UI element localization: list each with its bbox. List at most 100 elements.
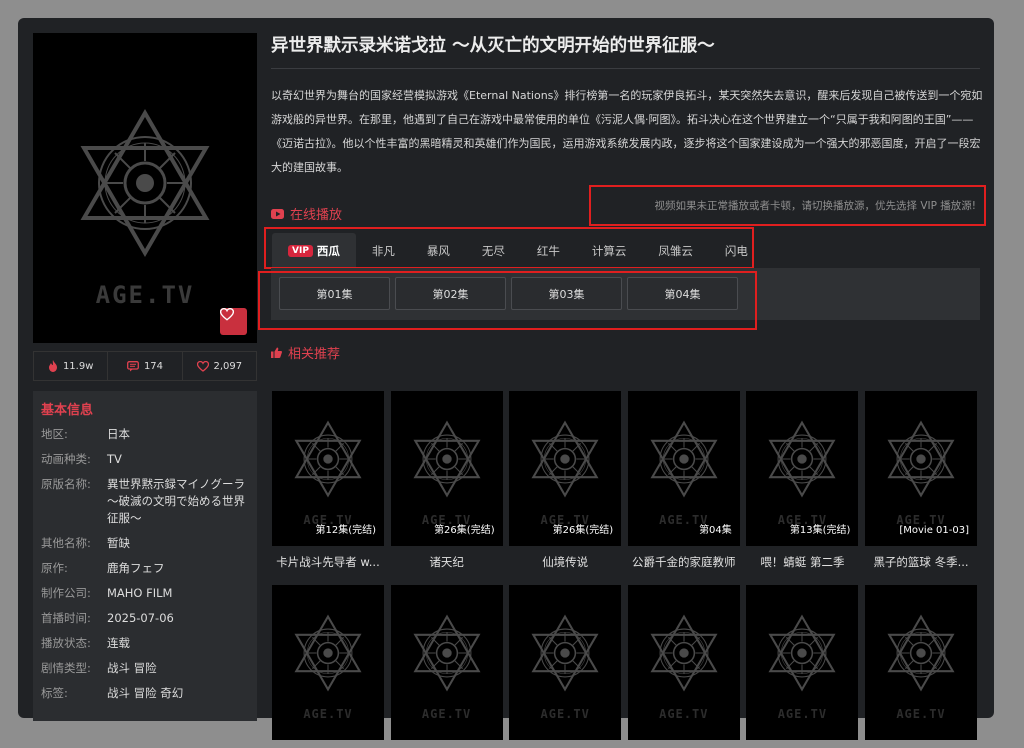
- related-card[interactable]: AGE.TV: [865, 585, 977, 748]
- info-value: 日本: [107, 427, 130, 441]
- related-thumbnail[interactable]: AGE.TV: [627, 585, 740, 740]
- online-play-label: 在线播放: [290, 208, 343, 223]
- episode-badge: 第26集(完结): [434, 525, 495, 536]
- related-thumbnail[interactable]: AGE.TV: [746, 585, 859, 740]
- info-value: 2025-07-06: [107, 611, 174, 625]
- views-count: 11.9w: [62, 360, 94, 372]
- favorites-stat[interactable]: 2,097: [183, 352, 256, 380]
- info-key: 其他名称:: [41, 536, 91, 550]
- info-row: 首播时间: 2025-07-06: [41, 610, 249, 627]
- info-key: 原作:: [41, 561, 68, 575]
- related-title[interactable]: 卡片战斗先导者 w...: [272, 554, 384, 570]
- related-card[interactable]: AGE.TV: [509, 585, 622, 748]
- related-thumbnail[interactable]: AGE.TV 第26集(完结): [390, 391, 503, 546]
- info-value: 连载: [107, 636, 130, 650]
- comments-count: 174: [143, 360, 164, 372]
- related-thumbnail[interactable]: AGE.TV 第13集(完结): [746, 391, 859, 546]
- related-card[interactable]: AGE.TV 第12集(完结) 卡片战斗先导者 w...: [272, 391, 384, 570]
- description: 以奇幻世界为舞台的国家经营模拟游戏《Eternal Nations》排行榜第一名…: [271, 89, 983, 174]
- info-value: 战斗 冒险 奇幻: [107, 686, 184, 700]
- info-key: 动画种类:: [41, 452, 91, 466]
- info-key: 标签:: [41, 686, 68, 700]
- info-row: 剧情类型: 战斗 冒险: [41, 660, 249, 677]
- title-divider: [271, 68, 980, 69]
- basic-info-heading: 基本信息: [41, 403, 94, 418]
- related-thumbnail[interactable]: AGE.TV: [390, 585, 503, 740]
- related-card[interactable]: AGE.TV: [272, 585, 384, 748]
- info-row: 制作公司: MAHO FILM: [41, 585, 249, 602]
- related-thumbnail[interactable]: AGE.TV: [865, 585, 977, 740]
- thumbnail-watermark: AGE.TV: [421, 707, 472, 721]
- related-thumbnail[interactable]: AGE.TV 第12集(完结): [272, 391, 384, 546]
- source-tabs-highlight: [264, 227, 754, 269]
- info-key: 地区:: [41, 427, 68, 441]
- info-value: MAHO FILM: [107, 586, 173, 600]
- related-card[interactable]: AGE.TV 第04集 公爵千金的家庭教师: [627, 391, 740, 570]
- related-title[interactable]: 诸天纪: [391, 554, 503, 570]
- play-notice: 视频如果未正常播放或者卡顿，请切换播放源，优先选择 VIP 播放源!: [589, 185, 986, 226]
- related-card[interactable]: AGE.TV 第13集(完结) 喂！蜻蜓 第二季: [746, 391, 859, 570]
- favorite-button[interactable]: [220, 308, 247, 335]
- comments-stat[interactable]: 174: [108, 352, 183, 380]
- related-card[interactable]: AGE.TV: [627, 585, 740, 748]
- play-notice-text: 视频如果未正常播放或者卡顿，请切换播放源，优先选择 VIP 播放源!: [654, 200, 977, 212]
- related-card[interactable]: AGE.TV 第26集(完结) 仙境传说: [509, 391, 622, 570]
- info-row: 动画种类: TV: [41, 451, 249, 468]
- info-row: 原版名称: 異世界黙示録マイノグーラ 〜破滅の文明で始める世界征服〜: [41, 476, 249, 527]
- info-value: 暂缺: [107, 536, 130, 550]
- related-title[interactable]: 黑子的篮球 冬季...: [865, 554, 977, 570]
- episode-badge: 第13集(完结): [789, 525, 851, 536]
- online-play-heading: 在线播放: [271, 204, 342, 223]
- stats-bar: 11.9w 174 2,097: [33, 351, 257, 381]
- related-heading: 相关推荐: [271, 343, 340, 362]
- info-row: 其他名称: 暂缺: [41, 535, 249, 552]
- info-key: 播放状态:: [41, 636, 91, 650]
- related-title[interactable]: 公爵千金的家庭教师: [628, 554, 740, 570]
- related-label: 相关推荐: [288, 347, 341, 362]
- cover-image[interactable]: AGE.TV: [33, 33, 257, 343]
- related-card[interactable]: AGE.TV [Movie 01-03] 黑子的篮球 冬季...: [865, 391, 977, 570]
- info-key: 剧情类型:: [41, 661, 91, 675]
- thumbnail-watermark: AGE.TV: [303, 707, 353, 721]
- info-key: 制作公司:: [41, 586, 91, 600]
- related-card[interactable]: AGE.TV: [746, 585, 859, 748]
- page-title: 异世界默示录米诺戈拉 〜从灭亡的文明开始的世界征服〜: [271, 36, 715, 56]
- related-card[interactable]: AGE.TV 第26集(完结) 诸天纪: [390, 391, 503, 570]
- thumbnail-watermark: AGE.TV: [540, 707, 590, 721]
- episode-badge: 第12集(完结): [315, 525, 376, 536]
- info-value: TV: [107, 452, 122, 466]
- heart-outline-icon: [196, 360, 209, 372]
- comment-icon: [126, 360, 139, 371]
- related-thumbnail[interactable]: AGE.TV 第26集(完结): [509, 391, 622, 546]
- related-thumbnail[interactable]: AGE.TV [Movie 01-03]: [865, 391, 977, 546]
- info-row: 原作: 鹿角フェフ: [41, 560, 249, 577]
- views-stat: 11.9w: [34, 352, 109, 380]
- episode-list-highlight: [258, 271, 757, 330]
- episode-badge: 第04集: [699, 525, 732, 536]
- related-thumbnail[interactable]: AGE.TV 第04集: [627, 391, 740, 546]
- fire-icon: [48, 360, 57, 372]
- related-thumbnail[interactable]: AGE.TV: [509, 585, 622, 740]
- info-key: 首播时间:: [41, 611, 91, 625]
- thumbnail-watermark: AGE.TV: [777, 707, 828, 721]
- cover-logo: AGE.TV: [95, 281, 195, 309]
- related-title[interactable]: 仙境传说: [509, 554, 621, 570]
- related-card[interactable]: AGE.TV: [390, 585, 503, 748]
- thumbnail-watermark: AGE.TV: [896, 707, 946, 721]
- play-icon: [271, 208, 284, 219]
- info-value: 战斗 冒险: [107, 661, 157, 675]
- related-thumbnail[interactable]: AGE.TV: [272, 585, 384, 740]
- heart-icon: [220, 308, 234, 321]
- related-title[interactable]: 喂！蜻蜓 第二季: [746, 554, 858, 570]
- info-value: 異世界黙示録マイノグーラ 〜破滅の文明で始める世界征服〜: [107, 477, 245, 525]
- detail-panel: AGE.TV 11.9w 174 2,097 基本信息 地区: 日本动画种类: TV…: [18, 18, 994, 740]
- basic-info: 基本信息 地区: 日本动画种类: TV 原版名称: 異世界黙示録マイノグーラ 〜破滅の文…: [33, 391, 257, 721]
- info-value: 鹿角フェフ: [107, 561, 165, 575]
- thumbs-up-icon: [271, 347, 282, 358]
- thumbnail-watermark: AGE.TV: [659, 707, 709, 721]
- info-row: 地区: 日本: [41, 426, 249, 443]
- info-row: 播放状态: 连载: [41, 635, 249, 652]
- favorites-count: 2,097: [213, 360, 243, 372]
- episode-badge: 第26集(完结): [552, 525, 614, 536]
- episode-badge: [Movie 01-03]: [899, 525, 969, 536]
